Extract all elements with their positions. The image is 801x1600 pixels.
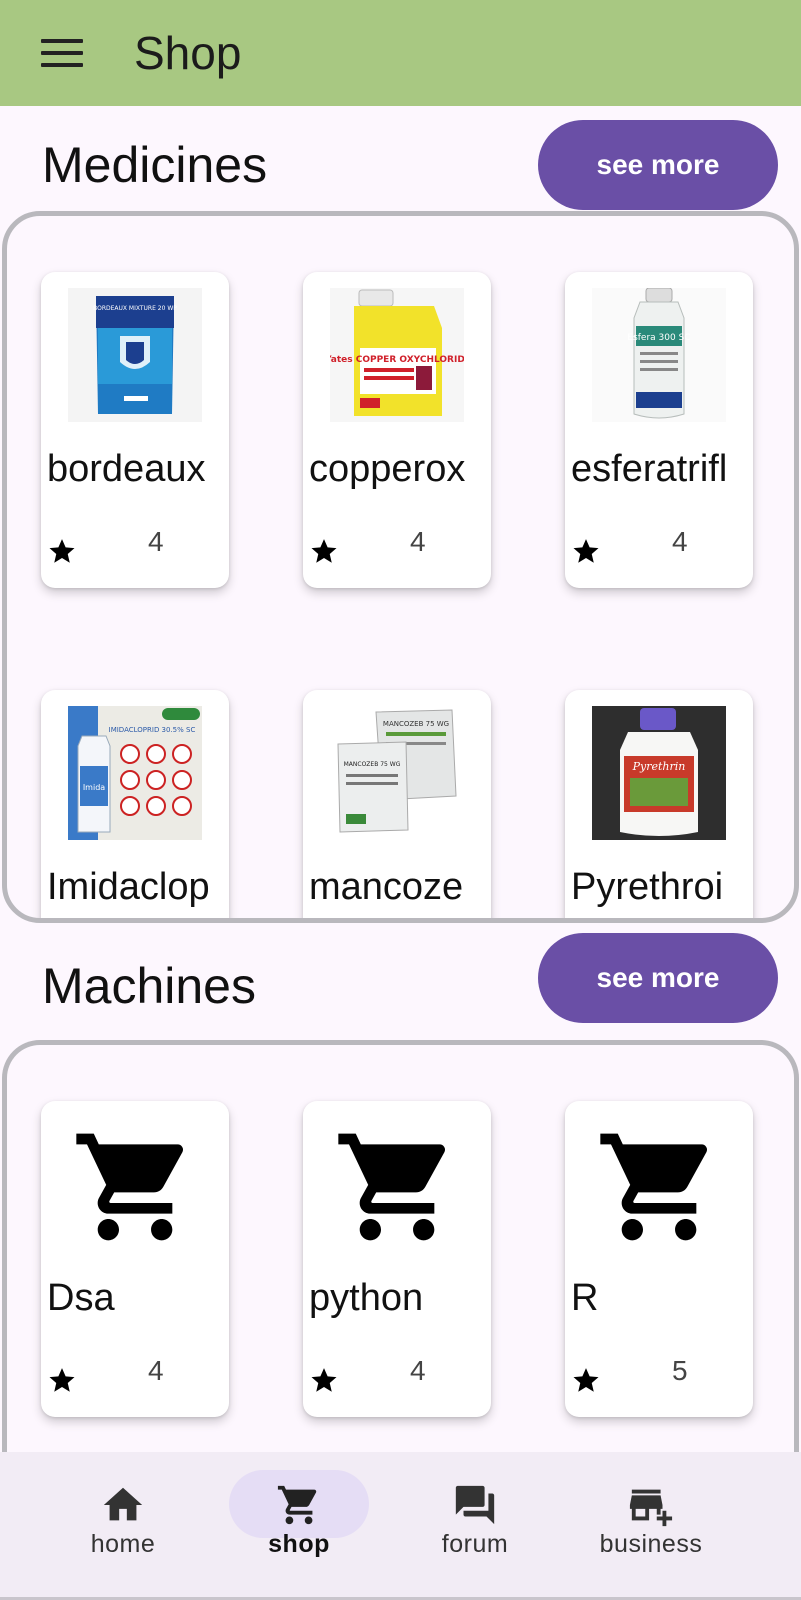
imidacloprid-label-text: IMIDACLOPRID 30.5% SC bbox=[109, 726, 196, 734]
cart-icon bbox=[338, 1133, 446, 1241]
star-icon bbox=[311, 1368, 337, 1392]
bottom-navigation: home shop forum business bbox=[0, 1452, 801, 1600]
product-card-python[interactable]: python 4 bbox=[303, 1101, 491, 1417]
nav-label-shop: shop bbox=[268, 1530, 330, 1558]
product-name: Pyrethroi bbox=[571, 866, 724, 908]
star-icon bbox=[49, 539, 75, 563]
star-icon bbox=[49, 1368, 75, 1392]
mancozeb-label-text-back: MANCOZEB 75 WG bbox=[383, 720, 449, 728]
app-bar: Shop bbox=[0, 0, 801, 106]
product-name: esferatrifl bbox=[571, 448, 728, 490]
bordeaux-product-image: BORDEAUX MIXTURE 20 WP bbox=[68, 288, 202, 422]
esfera-product-image: Esfera 300 SC bbox=[592, 288, 726, 422]
nav-item-business[interactable]: business bbox=[576, 1470, 726, 1580]
product-card-pyrethroid[interactable]: Pyrethrin Pyrethroi bbox=[565, 690, 753, 918]
esfera-label-text: Esfera 300 SC bbox=[627, 333, 690, 343]
product-name: copperox bbox=[309, 448, 466, 490]
menu-icon[interactable] bbox=[32, 23, 92, 83]
machines-see-more-button[interactable]: see more bbox=[538, 933, 778, 1023]
product-rating: 4 bbox=[410, 526, 426, 557]
product-name: python bbox=[309, 1277, 424, 1319]
product-card-bordeaux[interactable]: BORDEAUX MIXTURE 20 WP bordeaux 4 bbox=[41, 272, 229, 588]
imidacloprid-bottle-text: Imida bbox=[83, 783, 105, 792]
nav-item-home[interactable]: home bbox=[48, 1470, 198, 1580]
copperox-label-text: Yates COPPER OXYCHLORIDE bbox=[330, 355, 464, 365]
pyrethrin-product-image: Pyrethrin bbox=[592, 706, 726, 840]
product-name: R bbox=[571, 1277, 599, 1319]
product-name: Dsa bbox=[47, 1277, 115, 1319]
cart-icon bbox=[600, 1133, 708, 1241]
cart-icon bbox=[277, 1485, 317, 1525]
home-icon bbox=[103, 1487, 143, 1521]
product-rating: 4 bbox=[148, 526, 164, 557]
nav-label-forum: forum bbox=[441, 1530, 509, 1558]
product-card-dsa[interactable]: Dsa 4 bbox=[41, 1101, 229, 1417]
pyrethrin-label-text: Pyrethrin bbox=[632, 760, 686, 773]
nav-label-business: business bbox=[599, 1530, 703, 1558]
product-name: Imidaclop bbox=[47, 866, 210, 908]
mancozeb-product-image: MANCOZEB 75 WG MANCOZEB 75 WG bbox=[330, 706, 464, 840]
cart-icon bbox=[76, 1133, 184, 1241]
machines-section-title: Machines bbox=[42, 958, 256, 1014]
product-rating: 4 bbox=[148, 1355, 164, 1386]
star-icon bbox=[573, 1368, 599, 1392]
copperox-product-image: Yates COPPER OXYCHLORIDE bbox=[330, 288, 464, 422]
star-icon bbox=[311, 539, 337, 563]
star-icon bbox=[573, 539, 599, 563]
nav-item-forum[interactable]: forum bbox=[400, 1470, 550, 1580]
bordeaux-label-text: BORDEAUX MIXTURE 20 WP bbox=[93, 305, 177, 312]
mancozeb-label-text-front: MANCOZEB 75 WG bbox=[344, 761, 401, 768]
product-card-r[interactable]: R 5 bbox=[565, 1101, 753, 1417]
add-business-icon bbox=[629, 1489, 673, 1527]
product-name: bordeaux bbox=[47, 448, 206, 490]
product-rating: 4 bbox=[410, 1355, 426, 1386]
nav-item-shop[interactable]: shop bbox=[224, 1470, 374, 1580]
product-card-mancozeb[interactable]: MANCOZEB 75 WG MANCOZEB 75 WG mancoze bbox=[303, 690, 491, 918]
page-title: Shop bbox=[134, 27, 242, 79]
forum-icon bbox=[455, 1485, 495, 1525]
product-rating: 4 bbox=[672, 526, 688, 557]
machines-panel[interactable]: Dsa 4 python 4 R 5 bbox=[2, 1040, 799, 1500]
product-name: mancoze bbox=[309, 866, 464, 908]
product-rating: 5 bbox=[672, 1355, 688, 1386]
medicines-section-title: Medicines bbox=[42, 137, 268, 193]
product-card-imidacloprid[interactable]: IMIDACLOPRID 30.5% SC Imida Imidaclop bbox=[41, 690, 229, 918]
medicines-see-more-button[interactable]: see more bbox=[538, 120, 778, 210]
imidacloprid-product-image: IMIDACLOPRID 30.5% SC Imida bbox=[68, 706, 202, 840]
product-card-copperox[interactable]: Yates COPPER OXYCHLORIDE copperox 4 bbox=[303, 272, 491, 588]
product-card-esferatrifl[interactable]: Esfera 300 SC esferatrifl 4 bbox=[565, 272, 753, 588]
medicines-panel[interactable]: BORDEAUX MIXTURE 20 WP bordeaux 4 Yates … bbox=[2, 211, 799, 923]
nav-label-home: home bbox=[90, 1530, 156, 1558]
